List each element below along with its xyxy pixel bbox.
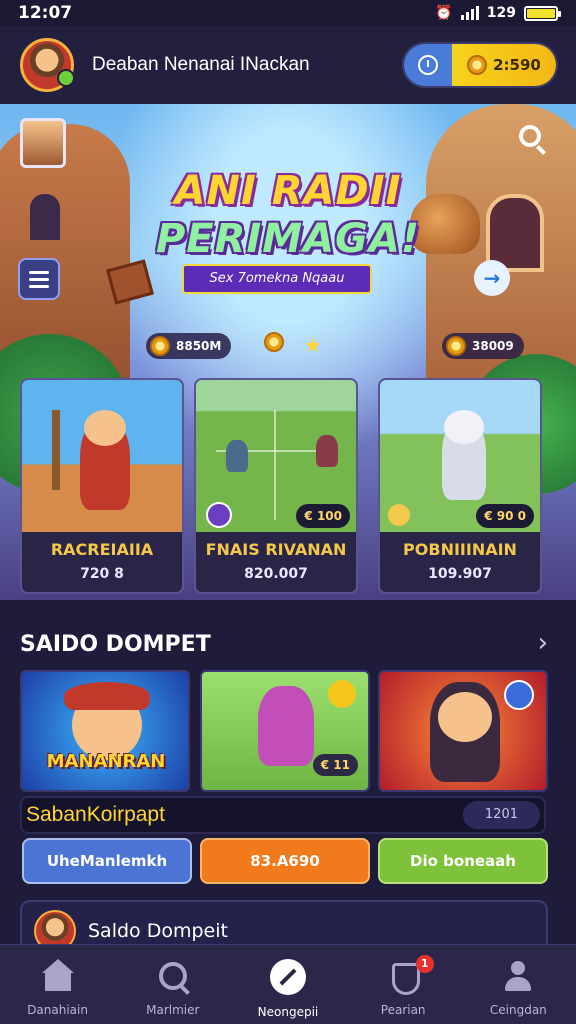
bottom-nav: Danahiain Marlmier Neongepii 1 Pearian C… bbox=[0, 944, 576, 1024]
game-name: POBNIIINAIN bbox=[403, 540, 517, 559]
game-cards: RACREIAIIA 720 8 € 100 FNAIS RIVANAN 820… bbox=[20, 378, 556, 594]
nav-label: Marlmier bbox=[146, 1003, 200, 1017]
nav-label: Danahiain bbox=[27, 1003, 88, 1017]
blue-action-button[interactable]: UheManlemkh bbox=[22, 838, 192, 884]
section-title: SAIDO DOMPET bbox=[20, 632, 211, 657]
coin-icon bbox=[264, 332, 284, 352]
hero-banner[interactable]: ANI RADII PERIMAGA! Sex 7omekna Nqaau → … bbox=[0, 104, 576, 600]
alarm-icon: ⏰ bbox=[435, 5, 453, 21]
center-action-icon bbox=[269, 959, 306, 995]
badge-icon bbox=[206, 502, 232, 528]
game-tiles: MANANRAN € 11 bbox=[20, 670, 556, 792]
tile-badge: € 11 bbox=[312, 754, 358, 776]
coin-icon bbox=[467, 55, 488, 75]
history-button[interactable] bbox=[404, 44, 452, 86]
banner-title-line2: PERIMAGA! bbox=[155, 216, 421, 262]
game-name: RACREIAIIA bbox=[50, 540, 154, 559]
signal-icon bbox=[460, 6, 479, 20]
game-card[interactable]: RACREIAIIA 720 8 bbox=[20, 378, 184, 594]
avatar[interactable] bbox=[20, 38, 75, 92]
game-art: € 90 0 bbox=[380, 380, 540, 532]
game-art: € 100 bbox=[196, 380, 356, 532]
hero-head bbox=[84, 410, 126, 446]
stat-chip-right-value: 38009 bbox=[472, 339, 514, 353]
game-name: FNAIS RIVANAN bbox=[205, 540, 347, 559]
stat-chip-left-value: 8850M bbox=[176, 339, 222, 353]
game-art bbox=[22, 380, 182, 532]
game-score: 820.007 bbox=[244, 566, 308, 582]
saldo-bar-value: 1201 bbox=[462, 801, 540, 829]
green-action-button[interactable]: Dio boneaah bbox=[378, 838, 548, 884]
player-figure bbox=[226, 440, 248, 472]
nav-item-search[interactable]: Marlmier bbox=[115, 959, 230, 1017]
status-time: 12:07 bbox=[18, 3, 73, 23]
bonus-icon bbox=[388, 504, 410, 526]
nav-item-shield[interactable]: 1 Pearian bbox=[346, 955, 461, 1017]
app-header: Deaban Nenanai INackan 2:590 bbox=[0, 26, 576, 104]
balance-pill[interactable]: 2:590 bbox=[404, 44, 556, 86]
nav-label: Pearian bbox=[380, 1003, 426, 1017]
chevron-right-icon[interactable]: › bbox=[538, 628, 548, 658]
gem-icon bbox=[446, 336, 466, 356]
chest-coin-icon bbox=[150, 336, 170, 356]
status-icons: ⏰ 129 bbox=[435, 5, 561, 21]
game-tag: € 90 0 bbox=[476, 504, 534, 528]
stat-chip-left: 8850M bbox=[146, 333, 232, 359]
search-icon bbox=[156, 959, 190, 993]
battery-icon bbox=[524, 5, 561, 21]
action-buttons: UheManlemkh 83.A690 Dio boneaah bbox=[22, 838, 548, 884]
header-title: Deaban Nenanai INackan bbox=[92, 54, 310, 75]
game-tag: € 100 bbox=[296, 504, 350, 528]
balance-value: 2:590 bbox=[493, 56, 541, 74]
status-bar: 12:07 ⏰ 129 bbox=[0, 0, 576, 26]
coin-icon bbox=[328, 680, 356, 708]
hat-icon bbox=[64, 682, 150, 710]
nav-item-center[interactable]: Neongepii bbox=[230, 959, 345, 1019]
orange-action-button[interactable]: 83.A690 bbox=[200, 838, 370, 884]
next-arrow-button[interactable]: → bbox=[474, 260, 510, 296]
coin-balance[interactable]: 2:590 bbox=[452, 44, 556, 86]
search-icon bbox=[519, 125, 541, 147]
shield-icon bbox=[504, 680, 534, 710]
game-tile[interactable]: MANANRAN bbox=[20, 670, 190, 792]
game-score: 720 8 bbox=[80, 566, 124, 582]
hammer-icon bbox=[52, 410, 60, 490]
game-score: 109.907 bbox=[428, 566, 492, 582]
tile-title: MANANRAN bbox=[46, 751, 166, 772]
nav-label: Ceingdan bbox=[489, 1003, 547, 1017]
game-tile[interactable]: € 11 bbox=[200, 670, 370, 792]
game-card[interactable]: € 100 FNAIS RIVANAN 820.007 bbox=[194, 378, 358, 594]
clock-icon bbox=[418, 55, 438, 75]
witch-figure bbox=[258, 686, 314, 766]
search-button[interactable] bbox=[510, 116, 550, 156]
game-card[interactable]: € 90 0 POBNIIINAIN 109.907 bbox=[378, 378, 542, 594]
stat-chip-right: 38009 bbox=[442, 333, 524, 359]
saldo-bar-label: SabanKoirpapt bbox=[26, 803, 165, 826]
notification-badge: 1 bbox=[415, 955, 434, 973]
saldo-bar[interactable]: SabanKoirpapt 1201 bbox=[20, 796, 546, 834]
user-icon bbox=[501, 959, 535, 993]
home-icon bbox=[41, 959, 75, 993]
player-figure bbox=[316, 435, 338, 467]
cat-head bbox=[444, 410, 484, 444]
nav-label: Neongepii bbox=[257, 1005, 319, 1019]
nav-item-home[interactable]: Danahiain bbox=[0, 959, 115, 1017]
game-tile[interactable] bbox=[378, 670, 548, 792]
nav-item-profile[interactable]: Ceingdan bbox=[461, 959, 576, 1017]
profile-thumbnail[interactable] bbox=[20, 118, 66, 168]
star-icon: ★ bbox=[304, 333, 322, 357]
signal-text: 129 bbox=[486, 5, 516, 21]
warrior-head bbox=[438, 692, 492, 742]
saldo-card-text: Saldo Dompeit bbox=[88, 920, 228, 942]
banner-subtitle: Sex 7omekna Nqaau bbox=[182, 264, 372, 294]
banner-title-line1: ANI RADII bbox=[174, 168, 402, 214]
menu-button[interactable] bbox=[18, 258, 60, 300]
